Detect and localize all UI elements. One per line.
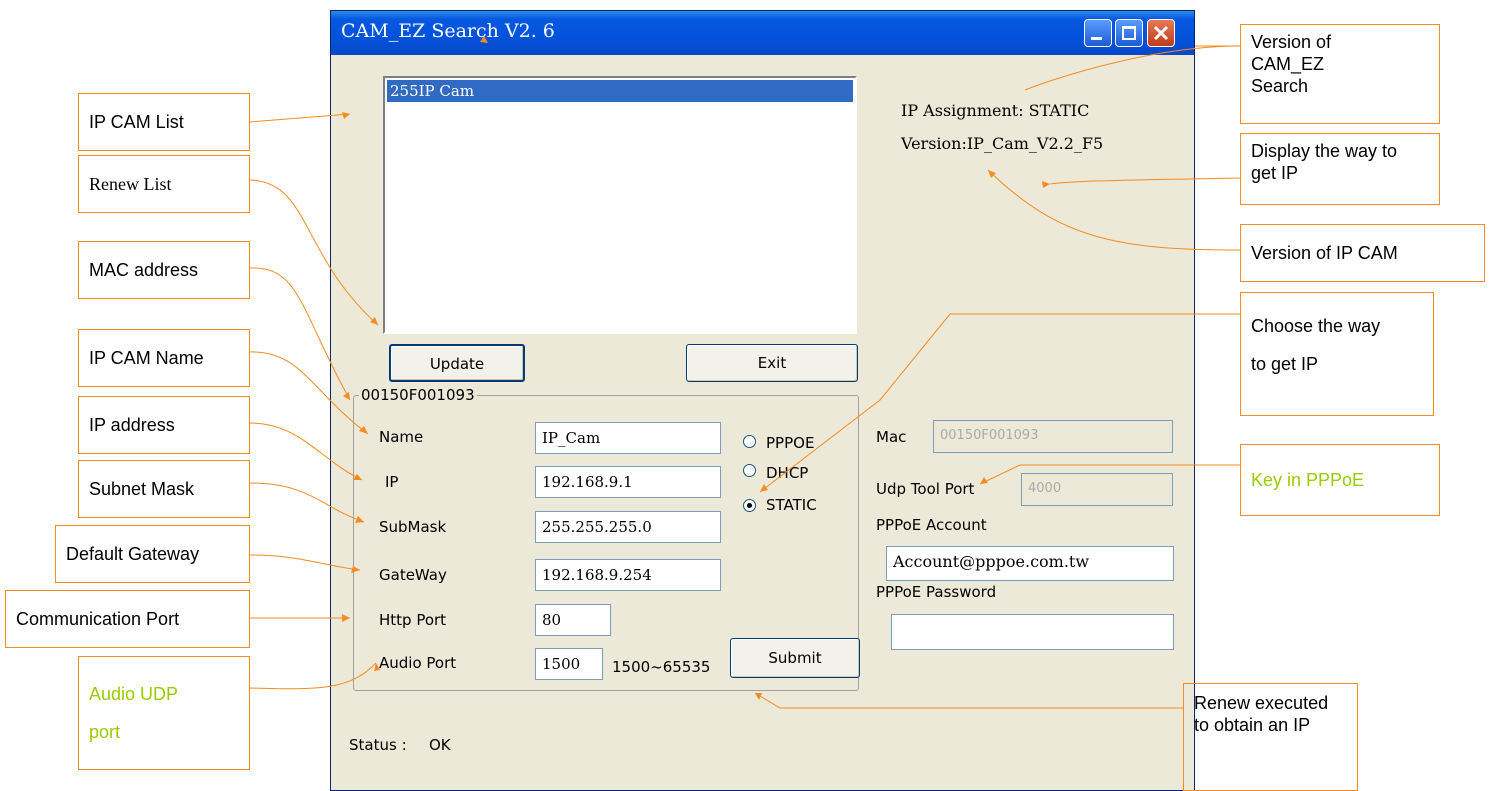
udp-tool-port-field: 4000 <box>1021 473 1173 506</box>
ip-cam-list[interactable]: 255IP Cam <box>383 76 857 334</box>
pppoe-radio-label: PPPOE <box>766 434 815 452</box>
annotation-communication-port: Communication Port <box>5 590 250 648</box>
annotation-key-in-pppoe: Key in PPPoE <box>1240 444 1440 516</box>
exit-button[interactable]: Exit <box>686 344 858 382</box>
gateway-input[interactable]: 192.168.9.254 <box>535 559 721 591</box>
static-radio[interactable] <box>743 499 756 512</box>
annotation-display-way: Display the way to get IP <box>1240 133 1440 205</box>
annotation-ip-address: IP address <box>78 396 250 454</box>
ip-input[interactable]: 192.168.9.1 <box>535 466 721 498</box>
name-label: Name <box>379 428 424 446</box>
minimize-button[interactable] <box>1084 19 1112 47</box>
static-radio-label: STATIC <box>766 496 817 514</box>
maximize-button[interactable] <box>1115 19 1143 47</box>
pppoe-password-input[interactable] <box>891 614 1174 650</box>
submit-button[interactable]: Submit <box>730 638 860 678</box>
http-port-input[interactable]: 80 <box>535 604 611 636</box>
annotation-ip-cam-list: IP CAM List <box>78 93 250 151</box>
submask-label: SubMask <box>379 518 447 536</box>
pppoe-password-label: PPPoE Password <box>876 583 997 601</box>
close-button[interactable] <box>1147 19 1175 47</box>
audio-port-range: 1500~65535 <box>612 658 711 676</box>
annotation-audio-udp-port-text: Audio UDP port <box>89 684 178 742</box>
submask-input[interactable]: 255.255.255.0 <box>535 511 721 543</box>
ip-label: IP <box>385 473 399 491</box>
status-label: Status : <box>349 736 407 754</box>
annotation-subnet-mask: Subnet Mask <box>78 460 250 518</box>
ip-assignment-text: IP Assignment: STATIC <box>901 101 1090 120</box>
dhcp-radio-label: DHCP <box>766 464 809 482</box>
gateway-label: GateWay <box>379 566 447 584</box>
annotation-choose-way: Choose the way to get IP <box>1240 292 1434 416</box>
annotation-version-of-search: Version of CAM_EZ Search <box>1240 24 1440 124</box>
pppoe-account-label: PPPoE Account <box>876 516 987 534</box>
list-item[interactable]: 255IP Cam <box>387 80 853 102</box>
annotation-renew-executed: Renew executed to obtain an IP <box>1183 683 1358 791</box>
pppoe-radio[interactable] <box>743 435 756 448</box>
cam-version-text: Version:IP_Cam_V2.2_F5 <box>901 134 1104 153</box>
close-icon <box>1153 25 1169 41</box>
group-title-mac: 00150F001093 <box>359 386 477 404</box>
http-port-label: Http Port <box>379 611 447 629</box>
annotation-version-of-cam: Version of IP CAM <box>1240 224 1485 282</box>
udp-tool-port-label: Udp Tool Port <box>876 480 975 498</box>
annotation-audio-udp-port: Audio UDP port <box>78 656 250 770</box>
dhcp-radio[interactable] <box>743 464 756 477</box>
mac-field: 00150F001093 <box>933 420 1173 453</box>
maximize-icon <box>1122 26 1136 40</box>
annotation-mac-address: MAC address <box>78 241 250 299</box>
name-input[interactable]: IP_Cam <box>535 422 721 454</box>
minimize-icon <box>1091 37 1102 40</box>
mac-label: Mac <box>876 428 907 446</box>
app-window: CAM_EZ Search V2. 6 255IP Cam IP Assignm… <box>330 10 1195 791</box>
audio-port-input[interactable]: 1500 <box>535 648 603 680</box>
annotation-ip-cam-name: IP CAM Name <box>78 329 250 387</box>
title-bar[interactable]: CAM_EZ Search V2. 6 <box>331 11 1194 55</box>
annotation-default-gateway: Default Gateway <box>55 525 250 583</box>
status-value: OK <box>429 736 451 754</box>
annotation-renew-list: Renew List <box>78 155 250 213</box>
audio-port-label: Audio Port <box>379 654 457 672</box>
window-title: CAM_EZ Search V2. 6 <box>341 20 555 42</box>
pppoe-account-input[interactable]: Account@pppoe.com.tw <box>886 546 1174 581</box>
update-button[interactable]: Update <box>389 344 525 382</box>
